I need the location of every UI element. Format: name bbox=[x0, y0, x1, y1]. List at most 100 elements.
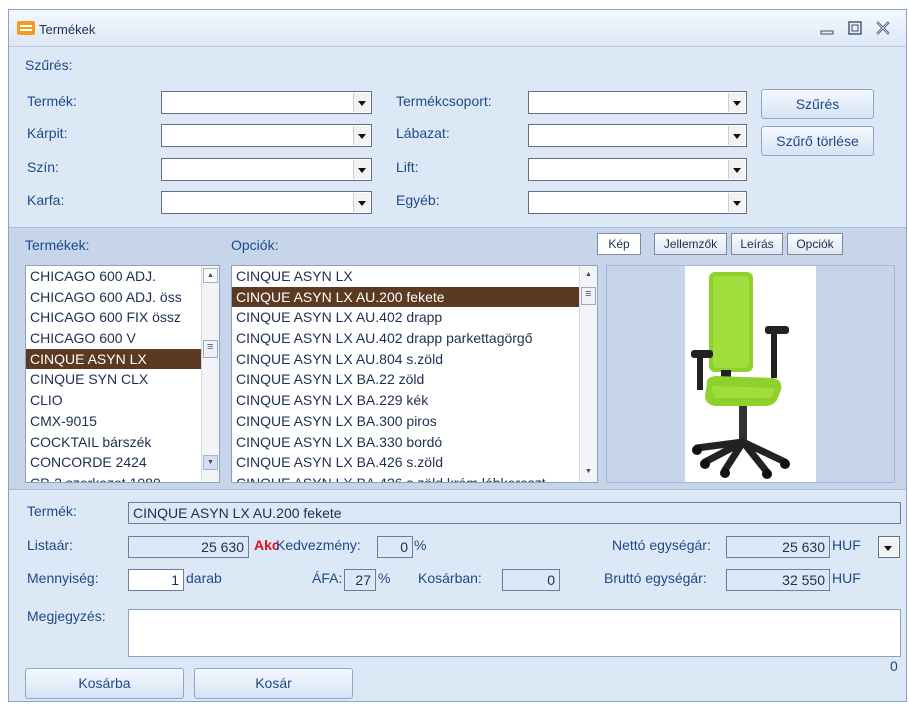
scroll-down-icon[interactable]: ▼ bbox=[581, 465, 596, 480]
net-price-field: 25 630 bbox=[726, 536, 830, 558]
vat-label: ÁFA: bbox=[312, 570, 343, 586]
product-list-item[interactable]: CP-2 szerkezet 1080 bbox=[26, 473, 219, 482]
clear-filter-button[interactable]: Szűrő törlése bbox=[761, 126, 874, 156]
in-cart-field: 0 bbox=[502, 569, 560, 591]
chevron-down-icon[interactable] bbox=[353, 126, 370, 145]
quantity-label: Mennyiség: bbox=[27, 570, 99, 586]
chevron-down-icon[interactable] bbox=[728, 93, 745, 112]
option-list-item[interactable]: CINQUE ASYN LX BA.426 s.zöld króm lábker… bbox=[232, 473, 597, 482]
product-list-item[interactable]: COCKTAIL bárszék bbox=[26, 432, 219, 453]
filter-panel: Szűrés: Termék: Kárpit: Szín: Karfa: Ter… bbox=[9, 48, 906, 226]
color-label: Szín: bbox=[27, 159, 59, 175]
list-price-field: 25 630 bbox=[128, 536, 249, 558]
quantity-input[interactable]: 1 bbox=[128, 569, 184, 591]
chevron-down-icon[interactable] bbox=[728, 126, 745, 145]
app-icon bbox=[17, 21, 35, 35]
product-label: Termék: bbox=[27, 93, 77, 109]
product-list-item[interactable]: CMX-9015 bbox=[26, 411, 219, 432]
option-list-item[interactable]: CINQUE ASYN LX AU.200 fekete bbox=[232, 286, 597, 308]
upholstery-label: Kárpit: bbox=[27, 125, 68, 141]
product-image bbox=[685, 266, 816, 482]
option-list-item[interactable]: CINQUE ASYN LX BA.22 zöld bbox=[232, 369, 597, 390]
minimize-icon[interactable] bbox=[817, 20, 837, 38]
options-list-label: Opciók: bbox=[231, 237, 279, 253]
filter-button[interactable]: Szűrés bbox=[761, 89, 874, 119]
lift-label: Lift: bbox=[396, 159, 419, 175]
upholstery-combo[interactable] bbox=[161, 124, 372, 147]
color-combo[interactable] bbox=[161, 158, 372, 181]
products-list[interactable]: CHICAGO 600 ADJ. CHICAGO 600 ADJ. öss CHIC… bbox=[25, 265, 220, 483]
armrest-combo[interactable] bbox=[161, 191, 372, 214]
product-list-item[interactable]: CONCORDE 2424 bbox=[26, 452, 219, 473]
product-list-item[interactable]: CINQUE ASYN LX bbox=[26, 348, 219, 370]
gross-price-label: Bruttó egységár: bbox=[604, 570, 707, 586]
scroll-thumb[interactable] bbox=[581, 287, 596, 305]
currency-dropdown[interactable] bbox=[878, 536, 900, 558]
title-bar[interactable]: Termékek bbox=[9, 10, 906, 47]
option-list-item[interactable]: CINQUE ASYN LX BA.330 bordó bbox=[232, 432, 597, 453]
in-cart-label: Kosárban: bbox=[418, 570, 482, 586]
vat-percent-unit: % bbox=[378, 570, 391, 586]
other-label: Egyéb: bbox=[396, 192, 440, 208]
pieces-unit: darab bbox=[186, 570, 222, 586]
close-icon[interactable] bbox=[873, 20, 893, 38]
scroll-down-icon[interactable]: ▼ bbox=[203, 455, 218, 470]
product-list-item[interactable]: CINQUE SYN CLX bbox=[26, 369, 219, 390]
tab-options[interactable]: Opciók bbox=[787, 233, 843, 255]
option-list-item[interactable]: CINQUE ASYN LX BA.229 kék bbox=[232, 390, 597, 411]
gross-price-field: 32 550 bbox=[726, 569, 830, 591]
lists-panel: Termékek: Opciók: CHICAGO 600 ADJ. CHICAG… bbox=[9, 227, 906, 490]
options-list[interactable]: CINQUE ASYN LX CINQUE ASYN LX AU.200 feke… bbox=[231, 265, 598, 483]
product-group-label: Termékcsoport: bbox=[396, 93, 492, 109]
cart-button[interactable]: Kosár bbox=[194, 668, 353, 699]
tab-features[interactable]: Jellemzők bbox=[654, 233, 727, 255]
chevron-down-icon[interactable] bbox=[353, 193, 370, 212]
window-title: Termékek bbox=[39, 22, 96, 37]
option-list-item[interactable]: CINQUE ASYN LX bbox=[232, 266, 597, 287]
chevron-down-icon[interactable] bbox=[880, 538, 898, 556]
product-list-item[interactable]: CHICAGO 600 FIX össz bbox=[26, 307, 219, 328]
product-list-item[interactable]: CHICAGO 600 ADJ. bbox=[26, 266, 219, 287]
scroll-up-icon[interactable]: ▲ bbox=[581, 268, 596, 283]
add-to-cart-button[interactable]: Kosárba bbox=[25, 668, 184, 699]
note-textarea[interactable] bbox=[128, 609, 901, 657]
product-list-item[interactable]: CLIO bbox=[26, 390, 219, 411]
option-list-item[interactable]: CINQUE ASYN LX AU.402 drapp bbox=[232, 307, 597, 328]
item-name-field: CINQUE ASYN LX AU.200 fekete bbox=[128, 502, 901, 524]
base-combo[interactable] bbox=[528, 124, 747, 147]
option-list-item[interactable]: CINQUE ASYN LX AU.804 s.zöld bbox=[232, 349, 597, 370]
scroll-thumb[interactable] bbox=[203, 340, 218, 358]
net-price-label: Nettó egységár: bbox=[612, 537, 711, 553]
products-scrollbar[interactable]: ▲ ▼ bbox=[201, 266, 219, 482]
list-price-label: Listaár: bbox=[27, 537, 73, 553]
gross-currency-unit: HUF bbox=[832, 570, 861, 586]
detail-panel: Termék: CINQUE ASYN LX AU.200 fekete Lis… bbox=[9, 491, 906, 701]
product-group-combo[interactable] bbox=[528, 91, 747, 114]
other-combo[interactable] bbox=[528, 191, 747, 214]
lift-combo[interactable] bbox=[528, 158, 747, 181]
products-list-label: Termékek: bbox=[25, 237, 90, 253]
currency-unit: HUF bbox=[832, 537, 861, 553]
tab-description[interactable]: Leírás bbox=[731, 233, 783, 255]
discount-label: Kedvezmény: bbox=[276, 537, 361, 553]
product-combo[interactable] bbox=[161, 91, 372, 114]
base-label: Lábazat: bbox=[396, 125, 450, 141]
armrest-label: Karfa: bbox=[27, 192, 65, 208]
image-panel bbox=[606, 265, 895, 483]
option-list-item[interactable]: CINQUE ASYN LX BA.426 s.zöld bbox=[232, 452, 597, 473]
option-list-item[interactable]: CINQUE ASYN LX BA.300 piros bbox=[232, 411, 597, 432]
chevron-down-icon[interactable] bbox=[353, 160, 370, 179]
note-label: Megjegyzés: bbox=[27, 608, 106, 624]
product-list-item[interactable]: CHICAGO 600 ADJ. öss bbox=[26, 287, 219, 308]
chevron-down-icon[interactable] bbox=[728, 193, 745, 212]
options-scrollbar[interactable]: ▲ ▼ bbox=[579, 266, 597, 482]
chevron-down-icon[interactable] bbox=[353, 93, 370, 112]
product-list-item[interactable]: CHICAGO 600 V bbox=[26, 328, 219, 349]
scroll-up-icon[interactable]: ▲ bbox=[203, 268, 218, 283]
products-window: Termékek Szűrés: Termék: Kárpit: Szín: K… bbox=[8, 9, 907, 702]
option-list-item[interactable]: CINQUE ASYN LX AU.402 drapp parkettagörg… bbox=[232, 328, 597, 349]
maximize-icon[interactable] bbox=[845, 20, 865, 38]
filter-heading: Szűrés: bbox=[25, 57, 73, 73]
tab-image[interactable]: Kép bbox=[597, 233, 641, 255]
chevron-down-icon[interactable] bbox=[728, 160, 745, 179]
